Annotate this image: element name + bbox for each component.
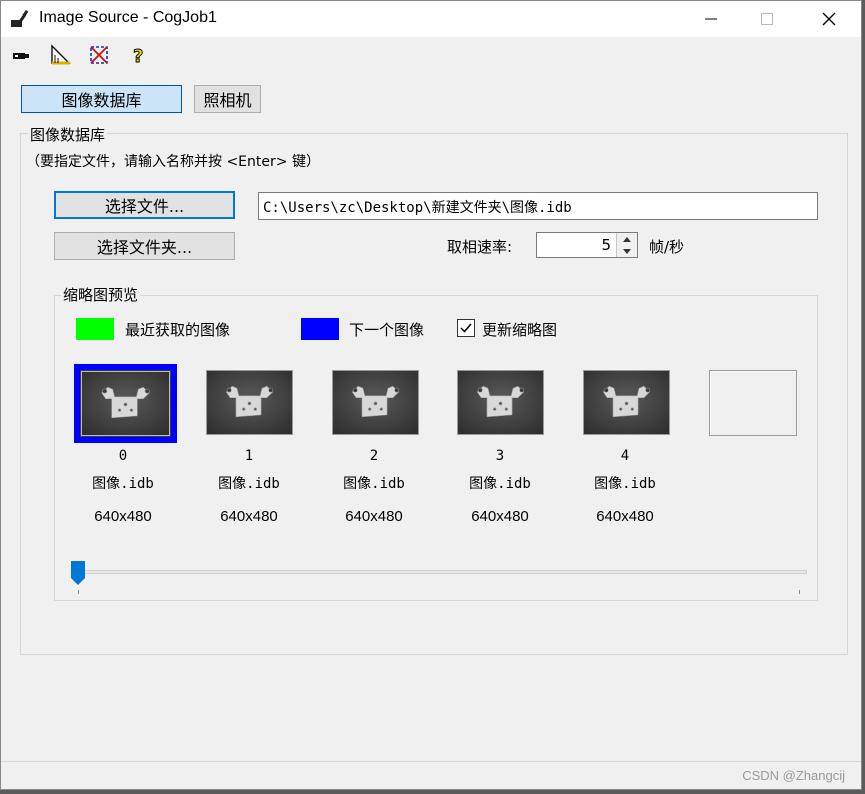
thumbnail-size: 640x480 [220,508,278,525]
thumbnail-filename: 图像.idb [218,476,280,492]
close-button[interactable] [799,1,859,37]
maximize-button[interactable] [737,1,797,37]
recent-image-legend: 最近获取的图像 [125,321,231,339]
image-source-window: Image Source - CogJob1 ? 图像数据库 照相机 图像数据库… [0,0,862,790]
next-image-swatch [301,318,339,340]
thumbnail-slider-track[interactable] [71,570,807,574]
toolbar: ? [1,37,861,73]
thumbnail-size: 640x480 [596,508,654,525]
thumbnail-image[interactable] [457,370,544,435]
thumbnail-filename: 图像.idb [469,476,531,492]
file-path-input[interactable]: C:\Users\zc\Desktop\新建文件夹\图像.idb [258,192,818,220]
rate-label: 取相速率: [447,238,513,256]
tab-camera[interactable]: 照相机 [194,85,261,113]
thumbnail-preview-label: 缩略图预览 [61,284,141,305]
thumbnail-slider-thumb[interactable] [70,560,86,586]
database-group-label: 图像数据库 [28,124,108,145]
update-thumbnails-label: 更新缩略图 [482,321,558,339]
title-bar[interactable]: Image Source - CogJob1 [1,1,861,37]
watermark: CSDN @Zhangcij [742,768,845,783]
checkmark-icon [460,323,472,333]
rate-value[interactable]: 5 [601,236,611,254]
thumbnail-size: 640x480 [471,508,529,525]
part-image [458,371,543,434]
cognex-app-icon [9,8,31,30]
window-title: Image Source - CogJob1 [39,9,217,26]
next-image-legend: 下一个图像 [349,321,425,339]
maximize-icon [761,13,773,25]
rate-spin-arrows [616,233,637,257]
close-icon [822,12,836,26]
tab-image-database[interactable]: 图像数据库 [21,85,182,113]
minimize-icon [705,18,717,20]
thumbnail-index: 4 [620,448,630,464]
thumbnail-empty-slot[interactable] [709,370,797,436]
crop-region-icon[interactable] [87,43,111,67]
part-image [81,371,170,436]
thumbnail-filename: 图像.idb [92,476,154,492]
part-image [207,371,292,434]
ruler-triangle-icon[interactable] [49,43,73,67]
slider-tick [78,590,79,594]
thumbnail-image[interactable] [583,370,670,435]
spin-up-icon[interactable] [617,233,637,245]
part-image [333,371,418,434]
thumbnail-size: 640x480 [345,508,403,525]
thumbnail-index: 3 [495,448,505,464]
thumbnail-filename: 图像.idb [594,476,656,492]
background-strip [0,790,865,794]
select-folder-button[interactable]: 选择文件夹... [54,232,235,260]
status-bar-divider [1,761,861,762]
recent-image-swatch [76,318,114,340]
rate-unit: 帧/秒 [649,238,685,256]
thumbnail-size: 640x480 [94,508,152,525]
thumbnail-image[interactable] [206,370,293,435]
camera-icon[interactable] [9,43,33,67]
thumbnail-image[interactable] [332,370,419,435]
svg-text:?: ? [133,46,143,66]
thumbnail-index: 0 [118,448,128,464]
thumbnail-image[interactable] [74,364,177,443]
rate-spinbox[interactable]: 5 [536,232,638,258]
select-file-button[interactable]: 选择文件... [54,191,235,219]
slider-tick [799,590,800,594]
thumbnail-filename: 图像.idb [343,476,405,492]
thumbnail-index: 2 [369,448,379,464]
file-hint-text: （要指定文件，请输入名称并按 <Enter> 键） [26,154,320,170]
spin-down-icon[interactable] [617,245,637,257]
thumbnail-index: 1 [244,448,254,464]
minimize-button[interactable] [681,1,741,37]
part-image [584,371,669,434]
help-icon[interactable]: ? [127,43,151,67]
update-thumbnails-checkbox[interactable] [457,319,475,337]
